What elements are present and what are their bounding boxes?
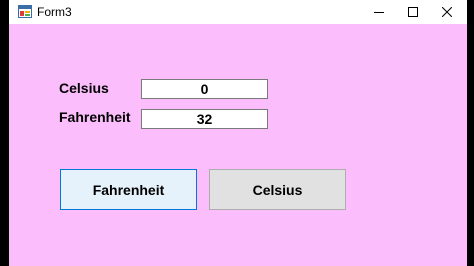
- fahrenheit-label: Fahrenheit: [59, 109, 131, 125]
- close-button[interactable]: [430, 0, 464, 24]
- form-app-icon: [18, 5, 32, 18]
- title-bar[interactable]: Form3: [9, 0, 467, 24]
- close-icon: [442, 7, 452, 17]
- form3-window: Form3 Celsius 0 Fahrenheit 32 Fahrenheit…: [9, 0, 467, 266]
- window-title: Form3: [37, 5, 72, 19]
- celsius-input[interactable]: 0: [141, 79, 268, 99]
- fahrenheit-input[interactable]: 32: [141, 109, 268, 129]
- form-client-area: Celsius 0 Fahrenheit 32 Fahrenheit Celsi…: [9, 24, 467, 266]
- minimize-icon: [374, 12, 384, 13]
- to-fahrenheit-button[interactable]: Fahrenheit: [60, 169, 197, 210]
- to-celsius-button[interactable]: Celsius: [209, 169, 346, 210]
- minimize-button[interactable]: [362, 0, 396, 24]
- maximize-button[interactable]: [396, 0, 430, 24]
- maximize-icon: [408, 7, 418, 17]
- celsius-label: Celsius: [59, 80, 109, 96]
